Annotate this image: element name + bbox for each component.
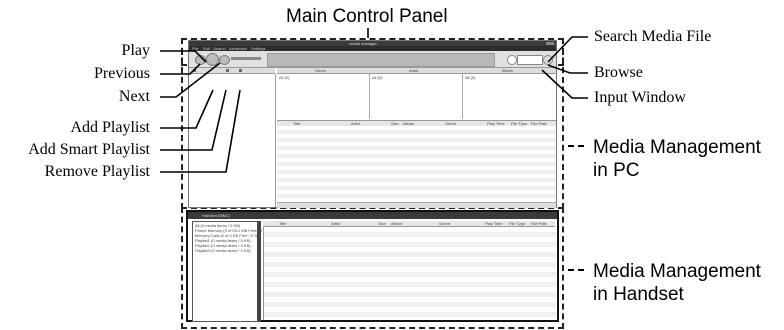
callout-browse: Browse: [594, 64, 643, 81]
callout-input-window: Input Window: [594, 89, 686, 106]
callout-remove-playlist: Remove Playlist: [44, 163, 150, 180]
pc-section-label-line2: in PC: [593, 160, 640, 181]
callout-add-smart-playlist: Add Smart Playlist: [28, 141, 150, 158]
callout-search-media-file: Search Media File: [594, 28, 712, 45]
handset-section-label-line1: Media Management: [593, 261, 761, 282]
callout-add-playlist: Add Playlist: [70, 119, 150, 136]
pc-section-label-line1: Media Management: [593, 137, 761, 158]
callout-play: Play: [121, 42, 150, 59]
callout-previous: Previous: [94, 65, 150, 82]
callout-next: Next: [118, 88, 150, 105]
handset-section-label-line2: in Handset: [593, 284, 684, 305]
